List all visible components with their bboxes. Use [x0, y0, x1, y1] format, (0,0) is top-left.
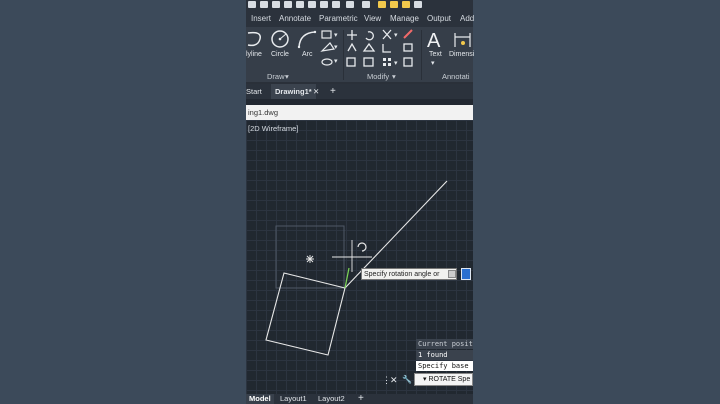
dimension-label[interactable]: Dimensi: [449, 51, 474, 58]
add-layout-button[interactable]: +: [358, 394, 364, 404]
rotate-cursor-glyph: [357, 242, 367, 252]
lamp-icon[interactable]: [402, 1, 410, 8]
lightbulb-icon[interactable]: [378, 1, 386, 8]
new-icon[interactable]: [248, 1, 256, 8]
arc-icon[interactable]: [296, 29, 318, 49]
file-tabs: Start Drawing1* ✕ +: [246, 84, 473, 99]
arc-label[interactable]: Arc: [302, 51, 313, 58]
layout-tabs: Model Layout1 Layout2 +: [246, 394, 473, 404]
print-setup-icon[interactable]: [332, 1, 340, 8]
dimension-icon[interactable]: [452, 29, 473, 51]
tab-insert[interactable]: Insert: [251, 14, 271, 23]
command-line-input[interactable]: ▾ ROTATE Spe: [414, 373, 473, 386]
command-prompt-marker: ▾: [423, 376, 427, 383]
polyline-icon[interactable]: [246, 29, 266, 49]
circle-label[interactable]: Circle: [271, 51, 289, 58]
tab-model[interactable]: Model: [246, 394, 274, 404]
polyline-label[interactable]: lyline: [246, 51, 262, 58]
tab-layout2[interactable]: Layout2: [318, 394, 345, 404]
plot-icon[interactable]: [296, 1, 304, 8]
start-tab[interactable]: Start: [246, 84, 262, 99]
tooltip-input-box[interactable]: [448, 270, 456, 278]
dynamic-input-icon[interactable]: [461, 268, 471, 280]
trim-dropdown[interactable]: ▾: [394, 31, 398, 39]
rotation-prompt-tooltip[interactable]: Specify rotation angle or: [361, 268, 457, 280]
annotation-panel-title[interactable]: Annotati: [442, 72, 470, 81]
draw-panel-expand[interactable]: ▾: [285, 72, 289, 81]
screen: { "menu": ["Insert", "Annotate", "Parame…: [0, 0, 720, 404]
tab-output[interactable]: Output: [427, 14, 451, 23]
text-dropdown[interactable]: ▾: [431, 59, 435, 67]
command-history-line-1: Current posit: [416, 339, 473, 349]
tab-view[interactable]: View: [364, 14, 381, 23]
modify-tools-grid[interactable]: [346, 29, 422, 71]
new-tab-button[interactable]: +: [330, 84, 336, 99]
save-as-icon[interactable]: [284, 1, 292, 8]
tab-add-ins[interactable]: Add: [460, 14, 474, 23]
command-history-line-2: 1 found: [416, 350, 473, 360]
tab-annotate[interactable]: Annotate: [279, 14, 311, 23]
text-icon[interactable]: A: [426, 29, 444, 51]
open-icon[interactable]: [260, 1, 268, 8]
circle-icon[interactable]: [270, 29, 290, 49]
document-title: ing1.dwg: [248, 108, 279, 117]
hatch-dropdown[interactable]: ▾: [334, 43, 338, 51]
tab-parametric[interactable]: Parametric: [319, 14, 358, 23]
tab-manage[interactable]: Manage: [390, 14, 419, 23]
modify-panel-title[interactable]: Modify: [367, 72, 389, 81]
text-label[interactable]: Text: [429, 51, 442, 58]
command-history-line-3: Specify base: [416, 361, 473, 371]
print-icon[interactable]: [308, 1, 316, 8]
panel-divider: [421, 30, 422, 80]
ribbon-tabs: Insert Annotate Parametric View Manage O…: [246, 11, 474, 27]
close-tab-icon[interactable]: ✕: [313, 84, 319, 99]
layer-icon[interactable]: [414, 1, 422, 8]
array-dropdown[interactable]: ▾: [394, 59, 398, 67]
save-icon[interactable]: [272, 1, 280, 8]
draw-panel-title[interactable]: Draw: [267, 72, 285, 81]
sun-icon[interactable]: [390, 1, 398, 8]
command-text: ROTATE Spe: [428, 376, 471, 383]
redo-icon[interactable]: [362, 1, 370, 8]
ellipse-dropdown[interactable]: ▾: [334, 57, 338, 65]
document-title-bar: ing1.dwg: [246, 105, 473, 120]
rotated-square: [265, 272, 346, 356]
print-preview-icon[interactable]: [320, 1, 328, 8]
modify-panel-expand[interactable]: ▾: [392, 72, 396, 81]
close-command-icon[interactable]: ✕: [390, 375, 398, 386]
customize-wrench-icon[interactable]: 🔧: [402, 375, 412, 384]
undo-icon[interactable]: [346, 1, 354, 8]
drawing1-tab[interactable]: Drawing1*: [271, 84, 316, 99]
quick-access-toolbar: [246, 0, 473, 11]
base-point-marker: [306, 255, 314, 263]
svg-text:A: A: [427, 30, 441, 51]
rectangle-dropdown[interactable]: ▾: [334, 31, 338, 39]
panel-divider: [343, 30, 344, 80]
tab-layout1[interactable]: Layout1: [280, 394, 307, 404]
